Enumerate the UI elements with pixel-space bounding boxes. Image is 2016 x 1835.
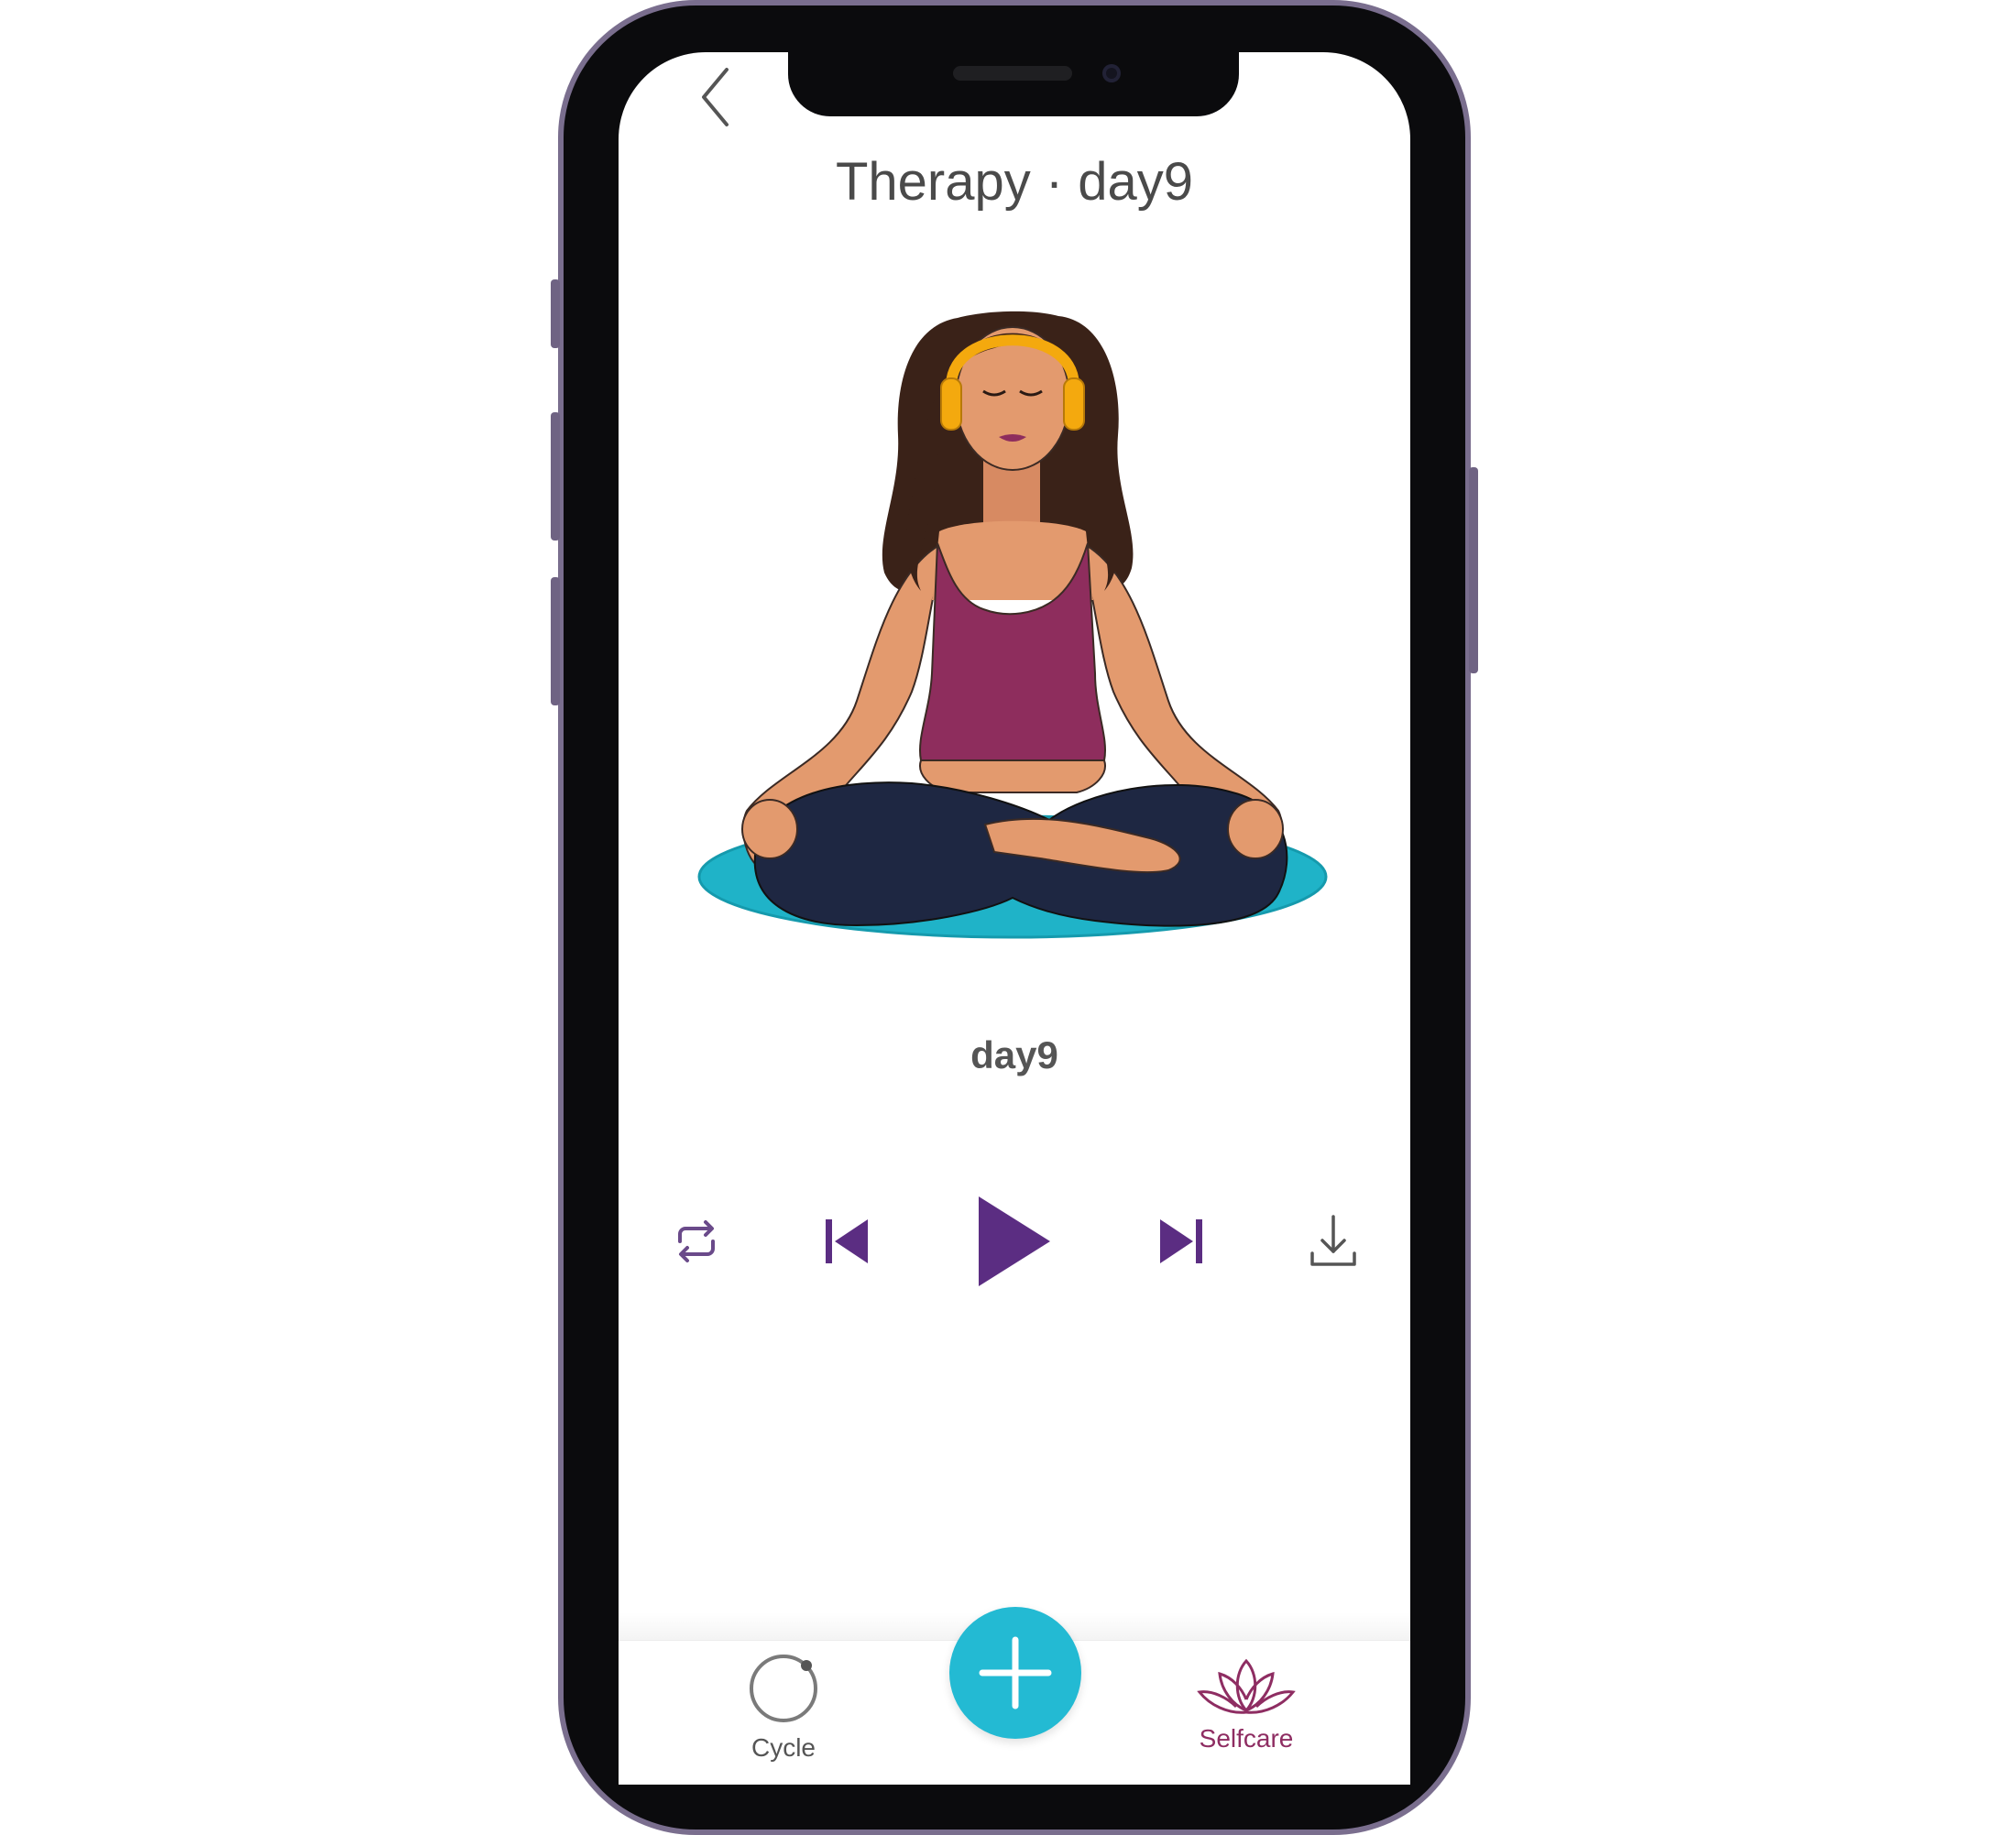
play-icon [979, 1196, 1050, 1286]
volume-down-button [551, 577, 560, 705]
skip-previous-icon [826, 1219, 868, 1263]
notch [788, 50, 1239, 116]
cycle-ring-icon [750, 1655, 817, 1722]
track-title: day9 [970, 1033, 1058, 1076]
play-button[interactable] [971, 1191, 1054, 1292]
plus-icon [979, 1636, 1052, 1709]
meditation-illustration [697, 311, 1328, 939]
front-camera [1102, 64, 1121, 82]
download-icon [1310, 1215, 1356, 1266]
power-button [1469, 467, 1478, 673]
page-title: Therapy · day9 [835, 152, 1194, 212]
skip-next-icon [1160, 1219, 1202, 1263]
back-button[interactable] [696, 64, 742, 130]
repeat-button[interactable] [669, 1214, 724, 1269]
previous-button[interactable] [820, 1214, 875, 1269]
silent-switch [551, 279, 560, 348]
nav-label-cycle: Cycle [751, 1733, 816, 1762]
speaker-grille [953, 66, 1072, 81]
lotus-icon [1197, 1658, 1296, 1714]
chevron-left-icon [702, 68, 729, 126]
nav-item-cycle[interactable]: Cycle [733, 1649, 834, 1768]
next-button[interactable] [1153, 1214, 1208, 1269]
nav-label-selfcare: Selfcare [1199, 1724, 1294, 1753]
download-button[interactable] [1306, 1211, 1361, 1272]
nav-item-selfcare[interactable]: Selfcare [1187, 1654, 1306, 1764]
add-button[interactable] [949, 1607, 1081, 1739]
repeat-icon [678, 1220, 715, 1262]
volume-up-button [551, 412, 560, 541]
